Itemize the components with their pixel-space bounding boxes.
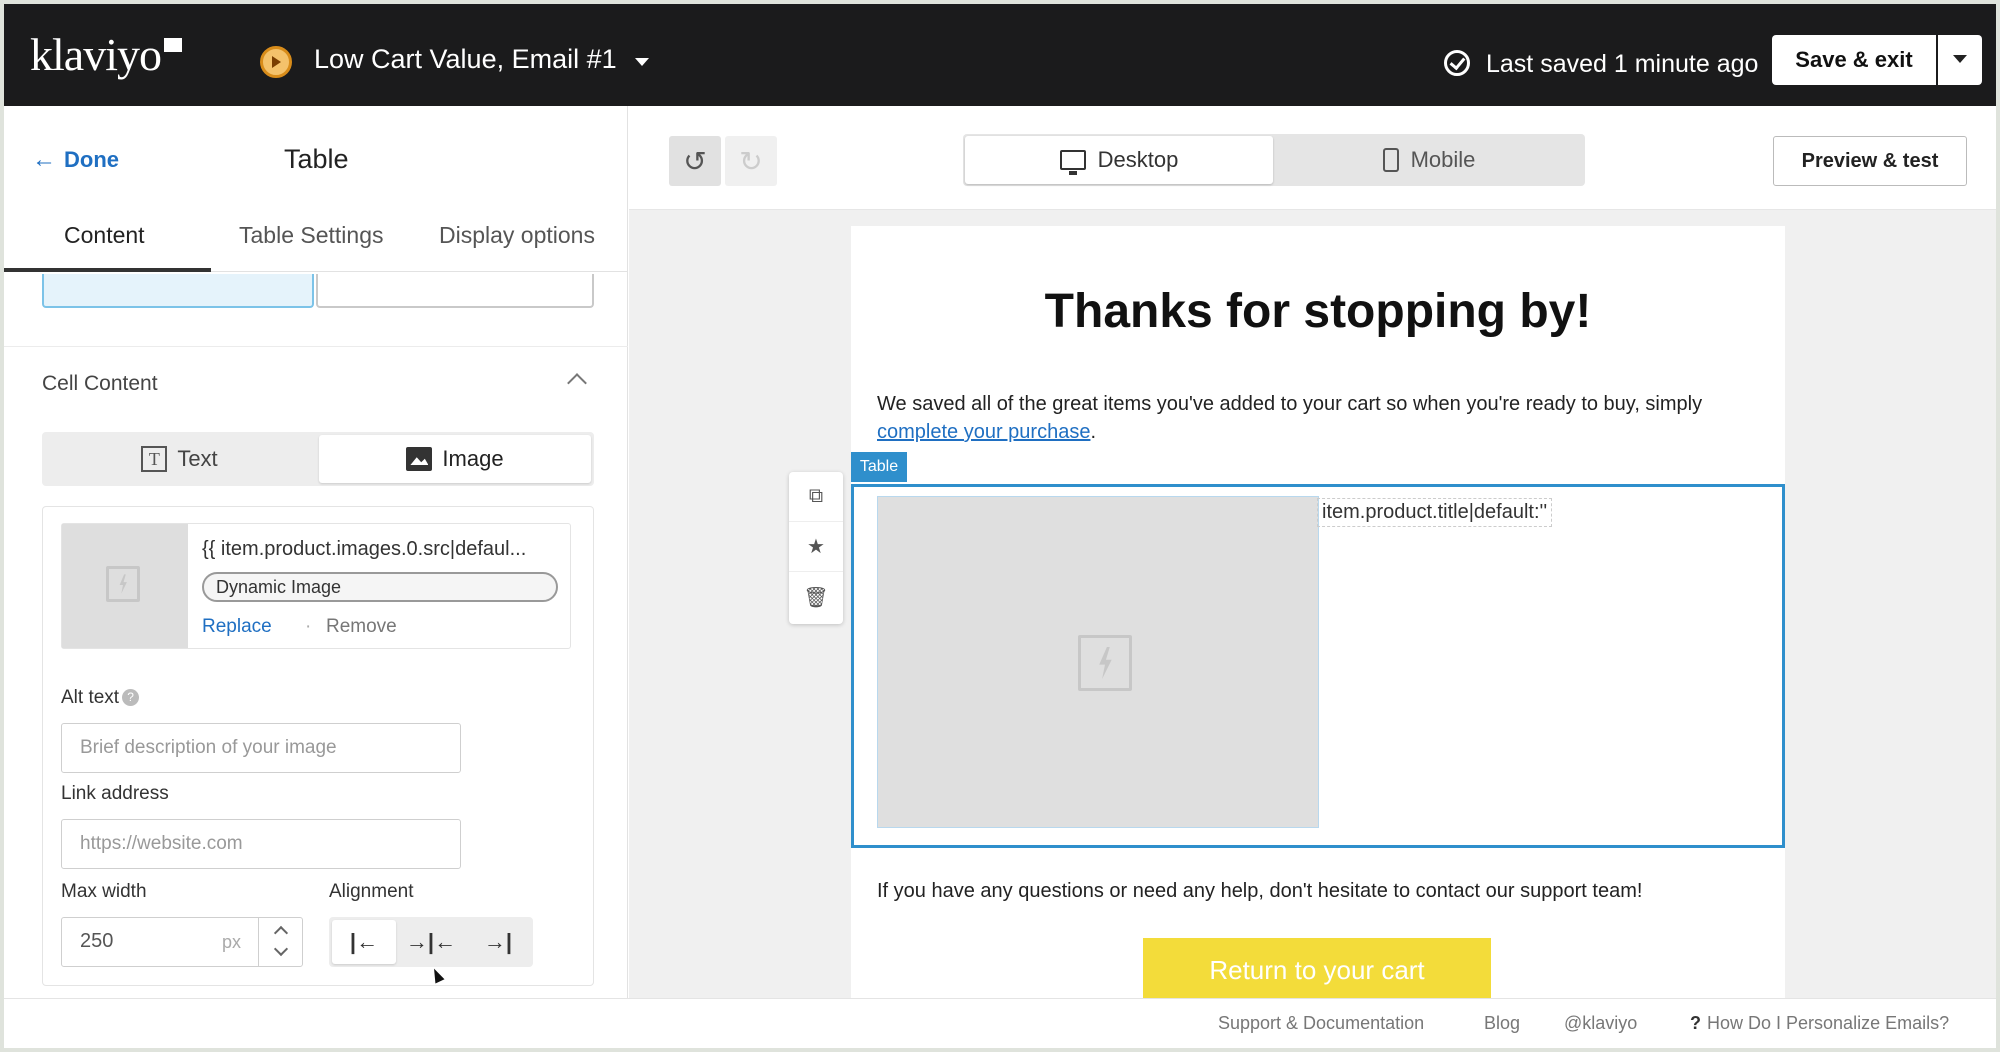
intro-text-end: . — [1090, 421, 1097, 443]
stepper-buttons — [258, 918, 304, 966]
campaign-title[interactable]: Low Cart Value, Email #1 — [314, 44, 617, 75]
app-window: klaviyo Low Cart Value, Email #1 Last sa… — [4, 4, 1996, 1048]
alt-text-label: Alt text? — [61, 687, 140, 709]
layout-option[interactable] — [316, 274, 594, 308]
save-options-dropdown[interactable] — [1938, 35, 1982, 85]
email-preview: Thanks for stopping by! We saved all of … — [851, 226, 1785, 1006]
block-tools: ⧉ ★ 🗑 — [789, 472, 843, 624]
email-intro-text[interactable]: We saved all of the great items you've a… — [877, 390, 1757, 446]
mobile-view-button[interactable]: Mobile — [1275, 136, 1583, 184]
tab-content[interactable]: Content — [64, 222, 145, 249]
chevron-down-icon[interactable] — [273, 941, 289, 957]
table-text-cell[interactable]: item.product.title|default:'' — [1317, 498, 1553, 527]
top-bar: klaviyo Low Cart Value, Email #1 Last sa… — [4, 4, 1996, 106]
max-width-stepper[interactable]: 250 px — [61, 917, 303, 967]
alignment-label: Alignment — [329, 881, 414, 902]
blog-link[interactable]: Blog — [1484, 1013, 1520, 1034]
link-separator: · — [305, 616, 312, 637]
complete-purchase-link[interactable]: complete your purchase — [877, 421, 1090, 443]
question-icon: ? — [1690, 1013, 1701, 1033]
content-type-image-label: Image — [442, 446, 504, 471]
panel-tabs: Content Table Settings Display options — [4, 186, 628, 272]
help-icon[interactable]: ? — [122, 689, 140, 707]
return-to-cart-button[interactable]: Return to your cart — [1143, 938, 1491, 1006]
campaign-status-icon — [260, 46, 292, 78]
layout-option-selected[interactable] — [42, 274, 314, 308]
content-type-toggle: T Text Image — [42, 432, 594, 486]
alignment-buttons: |← →|← →| — [329, 917, 533, 967]
klaviyo-logo[interactable]: klaviyo — [30, 28, 162, 81]
max-width-label: Max width — [61, 881, 147, 902]
star-icon[interactable]: ★ — [789, 522, 843, 572]
table-block-tag: Table — [851, 452, 907, 482]
link-address-field[interactable]: https://website.com — [61, 819, 461, 869]
email-heading[interactable]: Thanks for stopping by! — [851, 284, 1785, 339]
footer: Support & Documentation Blog @klaviyo ? H… — [4, 998, 1996, 1048]
remove-link[interactable]: Remove — [326, 616, 397, 638]
preview-test-button[interactable]: Preview & test — [1773, 136, 1967, 186]
tab-display-options[interactable]: Display options — [439, 222, 595, 249]
check-circle-icon — [1444, 50, 1470, 76]
panel-title: Table — [284, 144, 349, 174]
max-width-value[interactable]: 250 — [80, 930, 113, 953]
divider — [4, 346, 628, 347]
alt-text-field[interactable]: Brief description of your image — [61, 723, 461, 773]
phone-icon — [1382, 148, 1399, 172]
align-right-icon[interactable]: →| — [466, 920, 530, 964]
support-text[interactable]: If you have any questions or need any he… — [877, 880, 1642, 903]
mobile-label: Mobile — [1410, 147, 1476, 172]
trash-icon[interactable]: 🗑 — [789, 572, 843, 622]
logo-flag-icon — [164, 38, 182, 52]
image-source-text: {{ item.product.images.0.src|defaul... — [202, 538, 527, 560]
dynamic-image-badge: Dynamic Image — [202, 572, 558, 602]
align-center-icon[interactable]: →|← — [399, 920, 463, 964]
intro-text-start: We saved all of the great items you've a… — [877, 393, 1703, 415]
monitor-icon — [1059, 150, 1086, 175]
canvas-toolbar: ↺ ↻ Desktop Mobile Preview & test — [629, 106, 1996, 210]
table-image-cell[interactable] — [877, 496, 1319, 828]
personalize-help-text: How Do I Personalize Emails? — [1707, 1013, 1950, 1033]
image-icon — [406, 447, 433, 471]
support-docs-link[interactable]: Support & Documentation — [1218, 1013, 1424, 1034]
replace-link[interactable]: Replace — [202, 616, 272, 638]
desktop-view-button[interactable]: Desktop — [965, 136, 1273, 184]
redo-icon[interactable]: ↻ — [725, 136, 777, 186]
cell-content-heading: Cell Content — [42, 372, 158, 395]
chevron-up-icon[interactable] — [567, 373, 587, 393]
editor-canvas: ↺ ↻ Desktop Mobile Preview & test ⧉ ★ 🗑 … — [629, 106, 1996, 1006]
arrow-left-icon: ← — [32, 146, 56, 173]
tab-table-settings[interactable]: Table Settings — [239, 222, 383, 249]
content-type-text-button[interactable]: T Text — [42, 432, 317, 486]
align-left-icon[interactable]: |← — [332, 920, 396, 964]
duplicate-icon[interactable]: ⧉ — [789, 472, 843, 522]
klaviyo-social-link[interactable]: @klaviyo — [1564, 1013, 1637, 1034]
placeholder-image-icon — [106, 566, 140, 602]
active-tab-indicator — [4, 268, 211, 272]
save-exit-button[interactable]: Save & exit — [1772, 35, 1936, 85]
undo-icon[interactable]: ↺ — [669, 136, 721, 186]
device-toggle: Desktop Mobile — [963, 134, 1585, 186]
done-label: Done — [64, 147, 119, 172]
done-button[interactable]: ← Done — [32, 146, 119, 174]
image-source-row: {{ item.product.images.0.src|defaul... D… — [61, 523, 571, 649]
content-type-image-button[interactable]: Image — [319, 435, 591, 483]
max-width-unit: px — [222, 932, 242, 952]
desktop-label: Desktop — [1097, 147, 1179, 172]
saved-status: Last saved 1 minute ago — [1486, 50, 1759, 78]
text-icon: T — [141, 446, 168, 472]
image-thumbnail — [62, 524, 188, 648]
alt-text-label-text: Alt text — [61, 687, 120, 708]
image-settings-card: {{ item.product.images.0.src|defaul... D… — [42, 506, 594, 986]
personalize-help-link[interactable]: ? How Do I Personalize Emails? — [1690, 1013, 1949, 1034]
link-address-label: Link address — [61, 783, 169, 804]
properties-panel: ← Done Table Content Table Settings Disp… — [4, 106, 628, 998]
chevron-down-icon[interactable] — [635, 58, 649, 66]
chevron-up-icon[interactable] — [273, 925, 289, 941]
content-type-text-label: Text — [177, 446, 218, 471]
placeholder-image-icon — [1078, 635, 1132, 691]
